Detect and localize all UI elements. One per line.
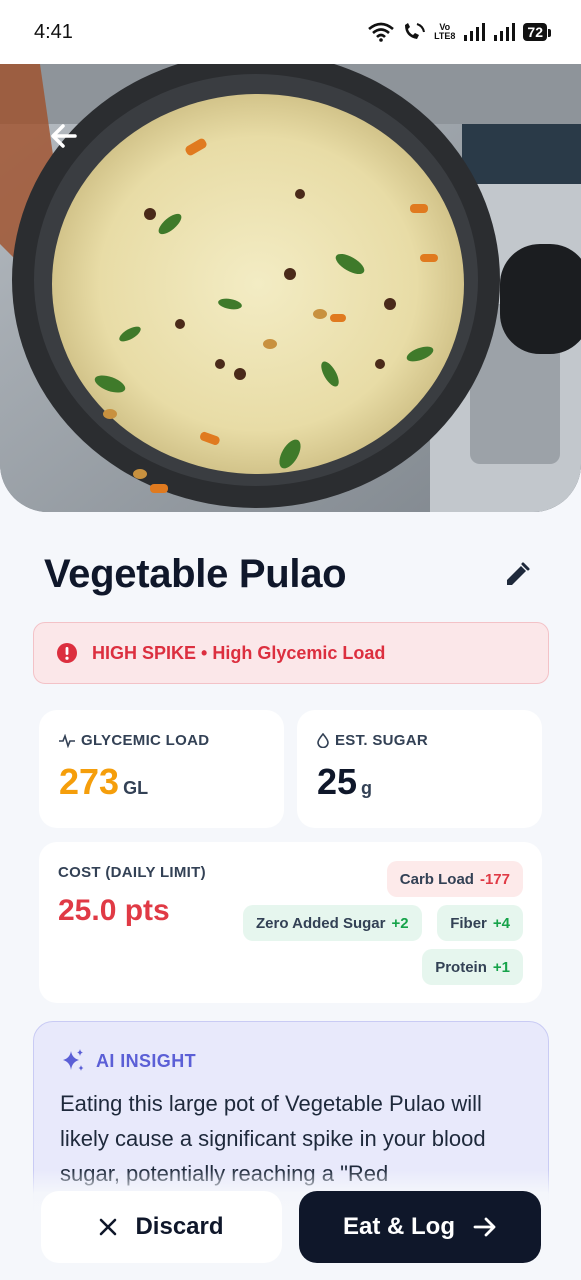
status-time: 4:41 xyxy=(34,20,73,43)
title-row: Vegetable Pulao xyxy=(44,552,537,597)
chip-delta: +4 xyxy=(492,914,510,932)
chip-delta: -177 xyxy=(479,870,510,888)
status-icons: Vo LTE8 72 xyxy=(368,22,551,42)
dish-photo xyxy=(0,64,581,512)
glycemic-load-card: GLYCEMIC LOAD 273 GL xyxy=(39,710,284,828)
chip-fiber: Fiber +4 xyxy=(437,905,523,941)
pulse-icon xyxy=(59,733,75,748)
chip-label: Protein xyxy=(435,958,487,976)
chip-label: Carb Load xyxy=(399,870,474,888)
drop-icon xyxy=(317,733,329,748)
signal-icon-2 xyxy=(494,23,516,41)
glycemic-load-value-row: 273 GL xyxy=(59,761,264,803)
wifi-icon xyxy=(368,22,394,42)
glycemic-load-unit: GL xyxy=(123,778,149,798)
dish-title: Vegetable Pulao xyxy=(44,552,347,596)
cost-value: 25.0 pts xyxy=(58,894,170,927)
chip-carb-load: Carb Load -177 xyxy=(386,861,523,897)
alert-circle-icon xyxy=(57,643,77,663)
chip-delta: +2 xyxy=(391,914,409,932)
arrow-left-icon xyxy=(51,124,77,148)
status-bar: 4:41 Vo LTE8 72 xyxy=(0,0,581,64)
glycemic-load-label: GLYCEMIC LOAD xyxy=(81,732,210,749)
cost-label: COST (DAILY LIMIT) xyxy=(58,864,206,881)
chip-zero-added-sugar: Zero Added Sugar +2 xyxy=(243,905,422,941)
eat-log-button[interactable]: Eat & Log xyxy=(299,1191,541,1263)
chip-label: Zero Added Sugar xyxy=(256,914,386,932)
chip-delta: +1 xyxy=(492,958,510,976)
est-sugar-label-row: EST. SUGAR xyxy=(317,732,522,749)
eat-log-label: Eat & Log xyxy=(343,1213,455,1240)
est-sugar-unit: g xyxy=(361,778,373,798)
alert-text: HIGH SPIKE • High Glycemic Load xyxy=(92,642,386,663)
back-button[interactable] xyxy=(40,112,88,160)
pencil-icon xyxy=(507,562,530,585)
est-sugar-value-row: 25 g xyxy=(317,761,522,803)
cost-card: COST (DAILY LIMIT) 25.0 pts Carb Load -1… xyxy=(39,842,542,1003)
wifi-calling-icon xyxy=(405,23,426,39)
arrow-right-icon xyxy=(473,1217,496,1237)
ai-insight-header: AI INSIGHT xyxy=(60,1048,522,1074)
chip-protein: Protein +1 xyxy=(422,949,523,985)
volte-indicator: Vo LTE8 xyxy=(434,22,456,41)
chip-label: Fiber xyxy=(450,914,487,932)
battery-indicator: 72 xyxy=(523,23,551,41)
close-icon xyxy=(100,1218,117,1236)
sparkles-icon xyxy=(63,1049,84,1071)
glycemic-load-value: 273 xyxy=(59,761,120,802)
ai-insight-title: AI INSIGHT xyxy=(96,1050,197,1071)
edit-button[interactable] xyxy=(497,555,537,595)
spike-alert: HIGH SPIKE • High Glycemic Load xyxy=(33,622,549,684)
est-sugar-card: EST. SUGAR 25 g xyxy=(297,710,542,828)
signal-icon xyxy=(464,23,486,41)
glycemic-load-label-row: GLYCEMIC LOAD xyxy=(59,732,264,749)
est-sugar-value: 25 xyxy=(317,761,358,802)
discard-button[interactable]: Discard xyxy=(41,1191,282,1263)
discard-label: Discard xyxy=(135,1213,224,1240)
est-sugar-label: EST. SUGAR xyxy=(335,732,429,749)
